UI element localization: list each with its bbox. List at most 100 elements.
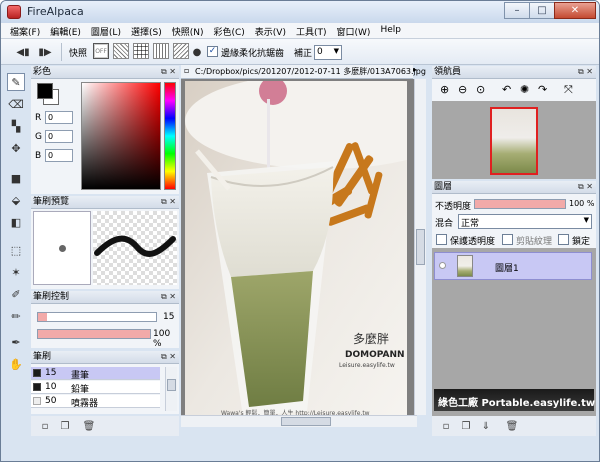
zoom-fit-icon[interactable]: ⊙ [476, 83, 485, 96]
eraser-tool-icon[interactable]: ⌫ [7, 95, 25, 113]
merge-layer-icon[interactable]: ⇓ [480, 420, 492, 432]
saturation-value-picker[interactable] [81, 82, 161, 190]
pen-tool-icon[interactable]: ✎ [7, 73, 25, 91]
scroll-thumb[interactable] [281, 417, 331, 426]
move-tool-icon[interactable]: ✥ [7, 139, 25, 157]
snap-grid-button[interactable] [133, 43, 149, 59]
menu-tools[interactable]: 工具(T) [291, 23, 332, 38]
protect-alpha-checkbox[interactable] [436, 234, 447, 245]
tab-close-icon[interactable]: ▫ [184, 66, 189, 75]
duplicate-layer-icon[interactable]: ❐ [460, 420, 472, 432]
clipping-checkbox[interactable] [502, 234, 513, 245]
b-input[interactable]: 0 [45, 149, 73, 162]
hand-tool-icon[interactable]: ✋ [7, 355, 25, 373]
fill-tool-icon[interactable]: ■ [7, 169, 25, 187]
new-layer-icon[interactable]: ▫ [440, 420, 452, 432]
magic-wand-tool-icon[interactable]: ✶ [7, 263, 25, 281]
antialias-checkbox[interactable]: ✓ [207, 46, 218, 57]
correction-select[interactable]: 0 ▼ [314, 45, 342, 60]
rotate-right-icon[interactable]: ↷ [538, 83, 547, 96]
brush-item-name: 噴霧器 [71, 399, 99, 409]
select-eraser-tool-icon[interactable]: ✏ [7, 307, 25, 325]
flip-right-icon[interactable]: ▮▶ [37, 44, 53, 60]
scroll-thumb[interactable] [167, 379, 176, 391]
app-window: FireAlpaca – □ ✕ 檔案(F) 編輯(E) 圖層(L) 選擇(S)… [0, 0, 600, 462]
zoom-out-icon[interactable]: ⊖ [458, 83, 467, 96]
canvas-horizontal-scrollbar[interactable] [181, 415, 417, 427]
layer-item[interactable]: 圖層1 [434, 252, 592, 280]
brush-swatch [33, 383, 41, 391]
gradient-tool-icon[interactable]: ◧ [7, 213, 25, 231]
brush-item-size: 50 [45, 396, 57, 406]
lock-checkbox[interactable] [558, 234, 569, 245]
eyedropper-tool-icon[interactable]: ✒ [7, 333, 25, 351]
brush-item-pencil[interactable]: 10 鉛筆 [31, 381, 160, 395]
menu-snap[interactable]: 快照(N) [167, 23, 209, 38]
rotate-left-icon[interactable]: ↶ [502, 83, 511, 96]
g-input[interactable]: 0 [45, 130, 73, 143]
foreground-color-swatch[interactable] [37, 83, 53, 99]
select-tool-icon[interactable]: ⬚ [7, 241, 25, 259]
panel-controls-icon[interactable]: ⧉ ✕ [578, 66, 593, 78]
duplicate-brush-icon[interactable]: ❐ [59, 420, 71, 432]
flip-left-icon[interactable]: ◀▮ [15, 44, 31, 60]
layer-name[interactable]: 圖層1 [495, 261, 519, 274]
chevron-down-icon: ▼ [583, 216, 589, 224]
menu-edit[interactable]: 編輯(E) [45, 23, 86, 38]
canvas-vertical-scrollbar[interactable] [414, 79, 426, 415]
brush-list-scrollbar[interactable] [165, 367, 177, 411]
menu-layer[interactable]: 圖層(L) [86, 23, 126, 38]
canvas-area[interactable]: 多麼胖 DOMOPANN Leisure.easylife.tw Wawa's … [181, 79, 426, 427]
menu-file[interactable]: 檔案(F) [5, 23, 45, 38]
new-brush-icon[interactable]: ▫ [39, 420, 51, 432]
brush-opacity-slider[interactable] [37, 329, 151, 339]
brush-size-slider[interactable] [37, 312, 157, 322]
reset-view-icon[interactable]: ⤧ [564, 83, 573, 97]
dot-tool-icon[interactable]: ▚ [7, 117, 25, 135]
hue-slider[interactable] [164, 82, 176, 190]
brush-opacity-value: 100 % [153, 329, 171, 349]
tab-scroll-icon[interactable]: ▸ [413, 65, 419, 79]
panel-controls-icon[interactable]: ⧉ ✕ [161, 351, 176, 363]
maximize-button[interactable]: □ [529, 2, 555, 19]
navigator-preview[interactable] [432, 101, 596, 179]
snap-radial-button[interactable] [173, 43, 189, 59]
panel-controls-icon[interactable]: ⧉ ✕ [161, 196, 176, 208]
snap-crisscross-button[interactable] [153, 43, 169, 59]
menu-select[interactable]: 選擇(S) [126, 23, 167, 38]
close-button[interactable]: ✕ [554, 2, 596, 19]
canvas-photo[interactable]: 多麼胖 DOMOPANN Leisure.easylife.tw Wawa's … [185, 81, 407, 421]
menu-window[interactable]: 窗口(W) [332, 23, 376, 38]
photo-logo-en: DOMOPANN [345, 350, 405, 360]
delete-layer-icon[interactable]: 🗑 [506, 420, 519, 432]
minimize-button[interactable]: – [504, 2, 530, 19]
blend-mode-select[interactable]: 正常 ▼ [458, 214, 592, 229]
visibility-eye-icon[interactable] [439, 262, 446, 269]
photo-logo-cn: 多麼胖 [353, 331, 389, 346]
zoom-in-icon[interactable]: ⊕ [440, 83, 449, 96]
snap-circle-icon[interactable]: ● [189, 44, 205, 60]
delete-brush-icon[interactable]: 🗑 [83, 420, 96, 432]
stroke-preview-svg [94, 235, 176, 257]
snap-off-button[interactable]: OFF [93, 43, 109, 59]
menu-help[interactable]: Help [375, 23, 406, 38]
menu-view[interactable]: 表示(V) [250, 23, 291, 38]
bucket-tool-icon[interactable]: ⬙ [7, 191, 25, 209]
menu-color[interactable]: 彩色(C) [208, 23, 249, 38]
panel-controls-icon[interactable]: ⧉ ✕ [161, 66, 176, 78]
select-pen-tool-icon[interactable]: ✐ [7, 285, 25, 303]
brush-item-airbrush[interactable]: 50 噴霧器 [31, 395, 160, 409]
panel-controls-icon[interactable]: ⧉ ✕ [161, 291, 176, 303]
brush-list-body: 15 畫筆 10 鉛筆 50 噴霧器 [31, 364, 179, 414]
panel-controls-icon[interactable]: ⧉ ✕ [578, 181, 593, 193]
toolbar: ◀▮ ▮▶ 快照 OFF ● ✓ 邊緣柔化抗鋸齒 補正 0 ▼ [1, 39, 599, 65]
canvas-tab-title[interactable]: C:/Dropbox/pics/201207/2012-07-11 多麼胖/01… [195, 66, 426, 77]
navigator-viewport-frame[interactable] [490, 107, 538, 175]
brush-preview-title: 筆刷預覽 [33, 197, 70, 207]
scroll-thumb[interactable] [416, 229, 425, 265]
r-input[interactable]: 0 [45, 111, 73, 124]
brush-item-pen[interactable]: 15 畫筆 [31, 367, 160, 381]
snap-parallel-button[interactable] [113, 43, 129, 59]
layer-opacity-slider[interactable] [474, 199, 566, 209]
rotate-reset-icon[interactable]: ✺ [520, 83, 529, 96]
